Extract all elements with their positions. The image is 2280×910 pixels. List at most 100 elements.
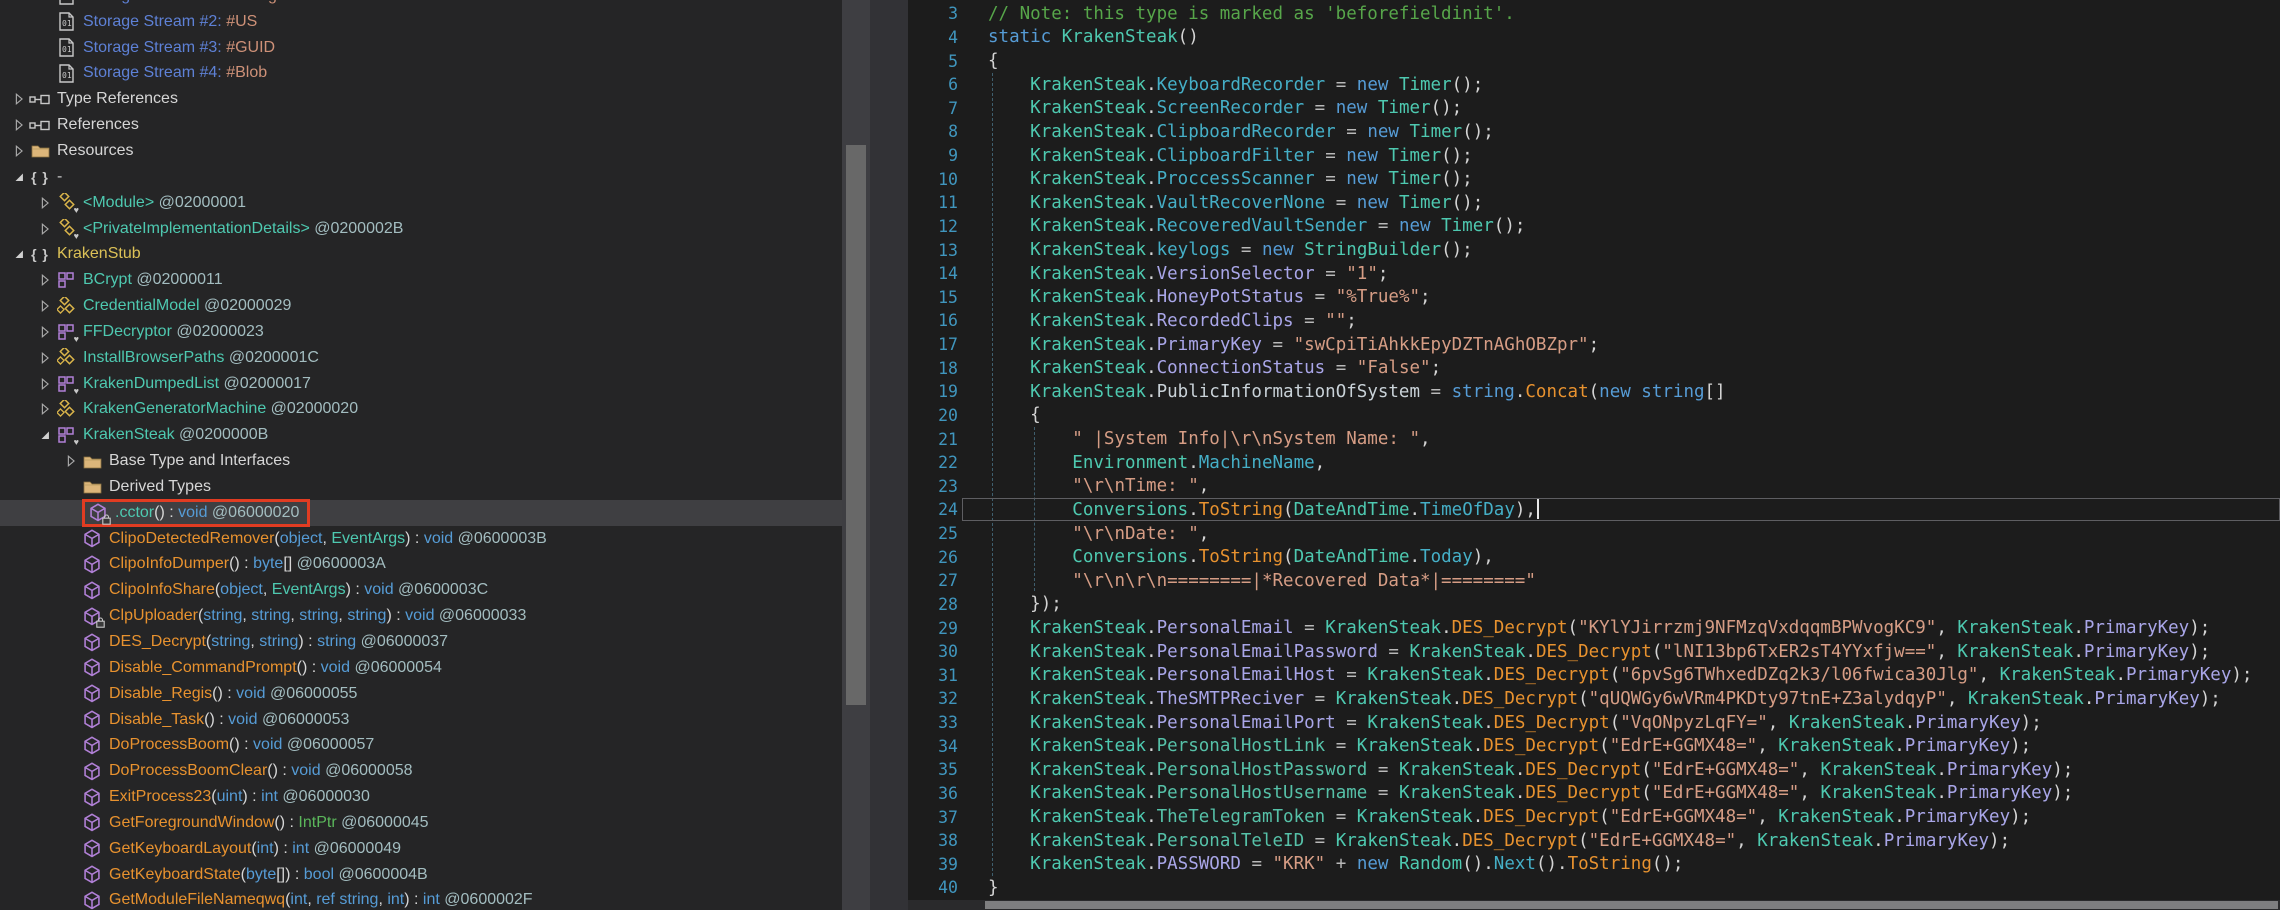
pane-splitter[interactable] bbox=[870, 0, 908, 910]
code-line[interactable]: 14 KrakenSteak.VersionSelector = "1"; bbox=[908, 262, 2280, 286]
code-line[interactable]: 3 // Note: this type is marked as 'before… bbox=[908, 2, 2280, 26]
code-line[interactable]: 31 KrakenSteak.PersonalEmailHost = Krake… bbox=[908, 664, 2280, 688]
tree-row[interactable]: 01 Storage Stream #4: #Blob bbox=[0, 61, 842, 87]
tree-row[interactable]: .cctor() : void @06000020 bbox=[0, 498, 842, 527]
line-number[interactable]: 29 bbox=[908, 619, 958, 638]
line-number[interactable]: 4 bbox=[908, 28, 958, 47]
code-line[interactable]: 33 KrakenSteak.PersonalEmailPort = Krake… bbox=[908, 711, 2280, 735]
expander-icon[interactable] bbox=[8, 92, 30, 106]
line-number[interactable]: 24 bbox=[908, 500, 958, 519]
line-number[interactable]: 32 bbox=[908, 689, 958, 708]
code-line[interactable]: 39 KrakenSteak.PASSWORD = "KRK" + new Ra… bbox=[908, 853, 2280, 877]
line-number[interactable]: 28 bbox=[908, 595, 958, 614]
line-number[interactable]: 37 bbox=[908, 808, 958, 827]
code-line[interactable]: 38 KrakenSteak.PersonalTeleID = KrakenSt… bbox=[908, 829, 2280, 853]
expander-icon[interactable] bbox=[34, 273, 56, 287]
tree-row[interactable]: 01 Storage Stream #3: #GUID bbox=[0, 35, 842, 61]
code-line[interactable]: 40} bbox=[908, 876, 2280, 900]
tree-row[interactable]: ♥ KrakenSteak @0200000B bbox=[0, 422, 842, 448]
line-number[interactable]: 11 bbox=[908, 193, 958, 212]
code-line[interactable]: 23 "\r\nTime: ", bbox=[908, 475, 2280, 499]
code-line[interactable]: 29 KrakenSteak.PersonalEmail = KrakenSte… bbox=[908, 616, 2280, 640]
expander-icon[interactable] bbox=[34, 196, 56, 210]
line-number[interactable]: 18 bbox=[908, 359, 958, 378]
line-number[interactable]: 9 bbox=[908, 146, 958, 165]
tree-row[interactable]: Type References bbox=[0, 86, 842, 112]
line-number[interactable]: 10 bbox=[908, 170, 958, 189]
tree-vertical-scrollbar[interactable] bbox=[842, 0, 870, 910]
code-line[interactable]: 25 "\r\nDate: ", bbox=[908, 522, 2280, 546]
line-number[interactable]: 25 bbox=[908, 524, 958, 543]
line-number[interactable]: 3 bbox=[908, 4, 958, 23]
tree-row[interactable]: ClipoInfoDumper() : byte[] @0600003A bbox=[0, 552, 842, 578]
tree-row[interactable]: Disable_Task() : void @06000053 bbox=[0, 707, 842, 733]
tree-row[interactable]: ♥ FFDecryptor @02000023 bbox=[0, 319, 842, 345]
line-number[interactable]: 40 bbox=[908, 878, 958, 897]
tree-row[interactable]: Base Type and Interfaces bbox=[0, 448, 842, 474]
line-number[interactable]: 22 bbox=[908, 453, 958, 472]
tree-row[interactable]: GetKeyboardLayout(int) : int @06000049 bbox=[0, 836, 842, 862]
line-number[interactable]: 19 bbox=[908, 382, 958, 401]
line-number[interactable]: 13 bbox=[908, 241, 958, 260]
code-line[interactable]: 7 KrakenSteak.ScreenRecorder = new Timer… bbox=[908, 97, 2280, 121]
code-horizontal-scrollbar[interactable] bbox=[908, 900, 2280, 910]
code-line[interactable]: 16 KrakenSteak.RecordedClips = ""; bbox=[908, 309, 2280, 333]
tree-scrollbar-thumb[interactable] bbox=[846, 145, 866, 705]
code-line[interactable]: 27 "\r\n\r\n========|*Recovered Data*|==… bbox=[908, 569, 2280, 593]
line-number[interactable]: 20 bbox=[908, 406, 958, 425]
tree-row[interactable]: ExitProcess23(uint) : int @06000030 bbox=[0, 784, 842, 810]
code-line[interactable]: 6 KrakenSteak.KeyboardRecorder = new Tim… bbox=[908, 73, 2280, 97]
code-line[interactable]: 35 KrakenSteak.PersonalHostPassword = Kr… bbox=[908, 758, 2280, 782]
code-line[interactable]: 20 { bbox=[908, 404, 2280, 428]
line-number[interactable]: 35 bbox=[908, 760, 958, 779]
code-line[interactable]: 11 KrakenSteak.VaultRecoverNone = new Ti… bbox=[908, 191, 2280, 215]
line-number[interactable]: 21 bbox=[908, 430, 958, 449]
code-line[interactable]: 37 KrakenSteak.TheTelegramToken = Kraken… bbox=[908, 805, 2280, 829]
code-line[interactable]: 21 " |System Info|\r\nSystem Name: ", bbox=[908, 427, 2280, 451]
code-line[interactable]: 18 KrakenSteak.ConnectionStatus = "False… bbox=[908, 356, 2280, 380]
tree-row[interactable]: Resources bbox=[0, 138, 842, 164]
code-line[interactable]: 17 KrakenSteak.PrimaryKey = "swCpiTiAhkk… bbox=[908, 333, 2280, 357]
code-line[interactable]: 10 KrakenSteak.ProccessScanner = new Tim… bbox=[908, 167, 2280, 191]
expander-icon[interactable] bbox=[8, 144, 30, 158]
code-line[interactable]: 5{ bbox=[908, 49, 2280, 73]
line-number[interactable]: 14 bbox=[908, 264, 958, 283]
tree-row[interactable]: ♥ <Module> @02000001 bbox=[0, 190, 842, 216]
tree-row[interactable]: GetKeyboardState(byte[]) : bool @0600004… bbox=[0, 862, 842, 888]
code-line[interactable]: 32 KrakenSteak.TheSMTPReciver = KrakenSt… bbox=[908, 687, 2280, 711]
tree-row[interactable]: Disable_CommandPrompt() : void @06000054 bbox=[0, 655, 842, 681]
code-line[interactable]: 19 KrakenSteak.PublicInformationOfSystem… bbox=[908, 380, 2280, 404]
line-number[interactable]: 30 bbox=[908, 642, 958, 661]
tree-row[interactable]: InstallBrowserPaths @0200001C bbox=[0, 345, 842, 371]
code-line[interactable]: 4 static KrakenSteak() bbox=[908, 26, 2280, 50]
line-number[interactable]: 17 bbox=[908, 335, 958, 354]
line-number[interactable]: 15 bbox=[908, 288, 958, 307]
line-number[interactable]: 12 bbox=[908, 217, 958, 236]
code-line[interactable]: 24 Conversions.ToString(DateAndTime.Time… bbox=[908, 498, 2280, 522]
tree-row[interactable]: DoProcessBoom() : void @06000057 bbox=[0, 732, 842, 758]
code-line[interactable]: 13 KrakenSteak.keylogs = new StringBuild… bbox=[908, 238, 2280, 262]
line-number[interactable]: 23 bbox=[908, 477, 958, 496]
code-line[interactable]: 28 }); bbox=[908, 593, 2280, 617]
tree-row[interactable]: Disable_Regis() : void @06000055 bbox=[0, 681, 842, 707]
tree-row[interactable]: References bbox=[0, 112, 842, 138]
code-line[interactable]: 9 KrakenSteak.ClipboardFilter = new Time… bbox=[908, 144, 2280, 168]
tree-row[interactable]: CredentialModel @02000029 bbox=[0, 293, 842, 319]
expander-icon[interactable] bbox=[34, 428, 56, 442]
code-line[interactable]: 12 KrakenSteak.RecoveredVaultSender = ne… bbox=[908, 215, 2280, 239]
code-line[interactable]: 22 Environment.MachineName, bbox=[908, 451, 2280, 475]
code-line[interactable]: 8 KrakenSteak.ClipboardRecorder = new Ti… bbox=[908, 120, 2280, 144]
line-number[interactable]: 39 bbox=[908, 855, 958, 874]
tree-row[interactable]: Derived Types bbox=[0, 474, 842, 500]
line-number[interactable]: 7 bbox=[908, 99, 958, 118]
expander-icon[interactable] bbox=[34, 377, 56, 391]
line-number[interactable]: 26 bbox=[908, 548, 958, 567]
tree-row[interactable]: { } - bbox=[0, 164, 842, 190]
code-line[interactable]: 34 KrakenSteak.PersonalHostLink = Kraken… bbox=[908, 734, 2280, 758]
line-number[interactable]: 33 bbox=[908, 713, 958, 732]
tree-row[interactable]: ♥ <PrivateImplementationDetails> @0200002… bbox=[0, 216, 842, 242]
tree-row[interactable]: ClpUploader(string, string, string, stri… bbox=[0, 603, 842, 629]
line-number[interactable]: 34 bbox=[908, 737, 958, 756]
code-line[interactable]: 36 KrakenSteak.PersonalHostUsername = Kr… bbox=[908, 782, 2280, 806]
line-number[interactable]: 36 bbox=[908, 784, 958, 803]
